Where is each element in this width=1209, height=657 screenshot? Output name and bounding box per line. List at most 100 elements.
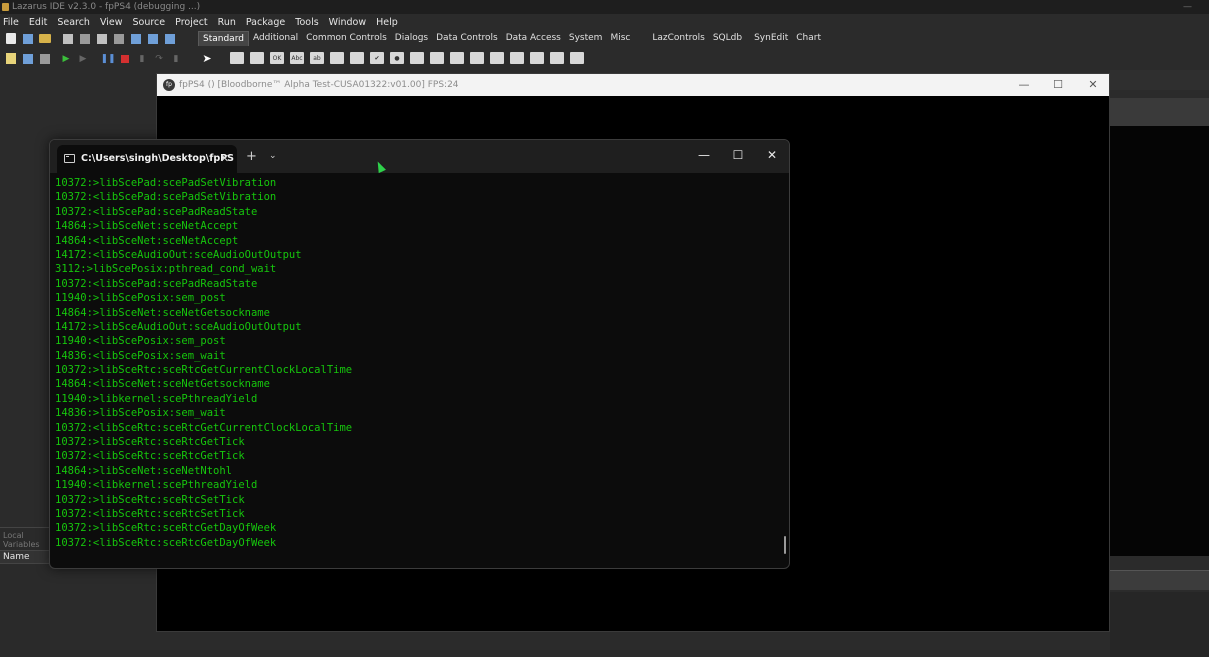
terminal-log-line: 10372:>libSceRtc:sceRtcGetTick bbox=[55, 436, 245, 449]
selection-pointer-icon[interactable]: ➤ bbox=[200, 52, 214, 65]
save-icon[interactable] bbox=[61, 32, 75, 45]
terminal-icon bbox=[64, 154, 75, 163]
terminal-log-line: 14864:>libSceNet:sceNetAccept bbox=[55, 220, 239, 233]
actionlist-component-icon[interactable] bbox=[570, 52, 584, 64]
new-tab-button[interactable]: + bbox=[246, 140, 257, 173]
menu-edit[interactable]: Edit bbox=[24, 15, 52, 30]
ide-toolbar-bottom: ▶ ▶ ❚❚ ▮ ↷ ▮ bbox=[0, 52, 183, 68]
toggle-icon[interactable] bbox=[38, 52, 52, 65]
terminal-tab-close-icon[interactable]: ✕ bbox=[220, 145, 229, 172]
save-all-icon[interactable] bbox=[78, 32, 92, 45]
terminal-log-line: 14864:<libSceNet:sceNetGetsockname bbox=[55, 378, 270, 391]
mainmenu-component-icon[interactable] bbox=[230, 52, 244, 64]
scrollbar-component-icon[interactable] bbox=[450, 52, 464, 64]
terminal-log-line: 14864:>libSceNet:sceNetNtohl bbox=[55, 464, 233, 477]
terminal-titlebar[interactable]: C:\Users\singh\Desktop\fpPS ✕ + ⌄ — ☐ ✕ bbox=[50, 140, 789, 173]
menu-view[interactable]: View bbox=[95, 15, 128, 30]
terminal-close-button[interactable]: ✕ bbox=[755, 140, 789, 173]
ide-menu-bar: File Edit Search View Source Project Run… bbox=[0, 15, 1209, 30]
menu-package[interactable]: Package bbox=[241, 15, 290, 30]
label-component-icon[interactable]: Abc bbox=[290, 52, 304, 64]
edit-component-icon[interactable]: ab bbox=[310, 52, 324, 64]
radiogroup-component-icon[interactable] bbox=[490, 52, 504, 64]
menu-window[interactable]: Window bbox=[324, 15, 371, 30]
new-form-icon[interactable] bbox=[21, 32, 35, 45]
palette-tab-system[interactable]: System bbox=[565, 31, 607, 46]
terminal-tab[interactable]: C:\Users\singh\Desktop\fpPS ✕ bbox=[57, 145, 237, 173]
palette-tab-misc[interactable]: Misc bbox=[606, 31, 634, 46]
terminal-log-line: 14172:<libSceAudioOut:sceAudioOutOutput bbox=[55, 248, 302, 261]
palette-tab-data-access[interactable]: Data Access bbox=[502, 31, 565, 46]
terminal-log-line: 10372:<libSceRtc:sceRtcGetDayOfWeek bbox=[55, 536, 277, 549]
palette-tab-dialogs[interactable]: Dialogs bbox=[391, 31, 432, 46]
menu-tools[interactable]: Tools bbox=[290, 15, 323, 30]
game-window-title: fpPS4 () [Bloodborne™ Alpha Test-CUSA013… bbox=[179, 80, 459, 90]
locals-header-row: Name bbox=[0, 550, 50, 564]
terminal-log-line: 14836:>libScePosix:sem_wait bbox=[55, 407, 226, 420]
button-component-icon[interactable]: OK bbox=[270, 52, 284, 64]
terminal-maximize-button[interactable]: ☐ bbox=[721, 140, 755, 173]
panel-component-icon[interactable] bbox=[530, 52, 544, 64]
palette-tab-chart[interactable]: Chart bbox=[792, 31, 825, 46]
pause-icon[interactable]: ❚❚ bbox=[100, 52, 115, 65]
menu-file[interactable]: File bbox=[0, 15, 24, 30]
menu-help[interactable]: Help bbox=[371, 15, 403, 30]
tab-dropdown-chevron-icon[interactable]: ⌄ bbox=[269, 140, 277, 173]
game-maximize-button[interactable]: ☐ bbox=[1043, 74, 1073, 96]
close-file-icon[interactable] bbox=[95, 32, 109, 45]
terminal-minimize-button[interactable]: — bbox=[687, 140, 721, 173]
game-close-button[interactable]: ✕ bbox=[1078, 74, 1108, 96]
menu-source[interactable]: Source bbox=[128, 15, 171, 30]
step-over-icon[interactable]: ↷ bbox=[152, 52, 166, 65]
locals-column-name[interactable]: Name bbox=[3, 552, 30, 562]
open-folder-icon[interactable] bbox=[38, 32, 52, 45]
right-pane-editor bbox=[1110, 126, 1209, 556]
palette-tab-standard[interactable]: Standard bbox=[198, 31, 249, 46]
terminal-scrollbar[interactable] bbox=[784, 536, 786, 554]
combobox-component-icon[interactable] bbox=[430, 52, 444, 64]
run-config-icon[interactable] bbox=[146, 32, 160, 45]
radiobutton-component-icon[interactable]: ● bbox=[390, 52, 404, 64]
component-palette-icons: ➤ OK Abc ab ✔ ● bbox=[200, 49, 584, 67]
right-pane-header bbox=[1110, 70, 1209, 90]
menu-run[interactable]: Run bbox=[213, 15, 241, 30]
palette-tab-common-controls[interactable]: Common Controls bbox=[302, 31, 391, 46]
view-units-icon[interactable] bbox=[163, 32, 177, 45]
terminal-log-line: 10372:<libSceRtc:sceRtcGetTick bbox=[55, 450, 245, 463]
popupmenu-component-icon[interactable] bbox=[250, 52, 264, 64]
options-icon[interactable] bbox=[129, 32, 143, 45]
togglebox-component-icon[interactable] bbox=[350, 52, 364, 64]
step-out-icon[interactable]: ▮ bbox=[169, 52, 183, 65]
listbox-component-icon[interactable] bbox=[410, 52, 424, 64]
checkbox-component-icon[interactable]: ✔ bbox=[370, 52, 384, 64]
groupbox-component-icon[interactable] bbox=[470, 52, 484, 64]
view-forms-icon[interactable] bbox=[4, 52, 18, 65]
palette-tab-additional[interactable]: Additional bbox=[249, 31, 302, 46]
palette-tab-sqldb[interactable]: SQLdb bbox=[709, 31, 746, 46]
game-window-titlebar[interactable]: fp fpPS4 () [Bloodborne™ Alpha Test-CUSA… bbox=[157, 74, 1109, 96]
terminal-log-line: 10372:>libSceRtc:sceRtcGetCurrentClockLo… bbox=[55, 364, 353, 377]
run-icon[interactable]: ▶ bbox=[59, 52, 73, 65]
step-into-icon[interactable]: ▮ bbox=[135, 52, 149, 65]
menu-search[interactable]: Search bbox=[52, 15, 95, 30]
frame-component-icon[interactable] bbox=[550, 52, 564, 64]
stop-icon[interactable] bbox=[118, 52, 132, 65]
ide-title-text: Lazarus IDE v2.3.0 - fpPS4 (debugging ..… bbox=[12, 2, 201, 12]
run-options-icon[interactable]: ▶ bbox=[76, 52, 90, 65]
menu-project[interactable]: Project bbox=[170, 15, 213, 30]
lazarus-app-icon bbox=[2, 3, 9, 11]
new-unit-icon[interactable] bbox=[4, 32, 18, 45]
game-minimize-button[interactable]: — bbox=[1009, 74, 1039, 96]
palette-tab-lazcontrols[interactable]: LazControls bbox=[648, 31, 708, 46]
palette-tab-data-controls[interactable]: Data Controls bbox=[432, 31, 502, 46]
terminal-log-line: 10372:<libScePad:scePadSetVibration bbox=[55, 191, 277, 204]
checkgroup-component-icon[interactable] bbox=[510, 52, 524, 64]
toggle-form-icon[interactable] bbox=[112, 32, 126, 45]
memo-component-icon[interactable] bbox=[330, 52, 344, 64]
ide-minimize-button[interactable]: — bbox=[1183, 0, 1192, 14]
terminal-log-line: 14864:>libSceNet:sceNetGetsockname bbox=[55, 306, 270, 319]
terminal-output[interactable]: 10372:>libScePad:scePadSetVibration 10372… bbox=[55, 176, 775, 556]
terminal-log-line: 14864:<libSceNet:sceNetAccept bbox=[55, 234, 239, 247]
view-source-icon[interactable] bbox=[21, 52, 35, 65]
palette-tab-synedit[interactable]: SynEdit bbox=[750, 31, 792, 46]
